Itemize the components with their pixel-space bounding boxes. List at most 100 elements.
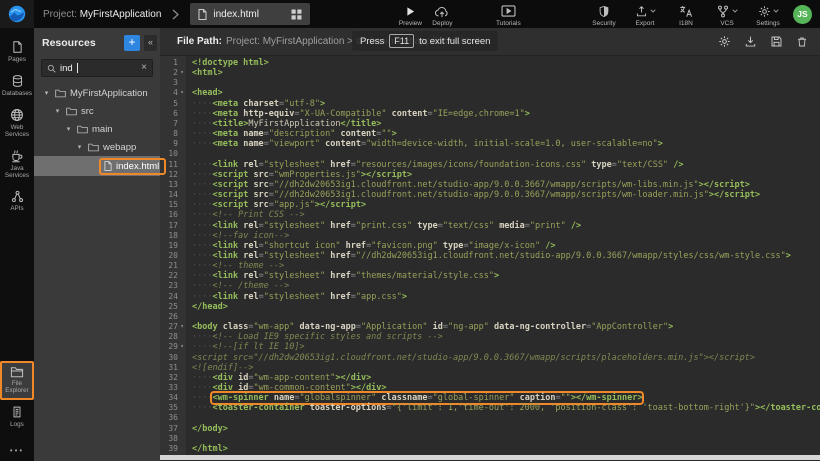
line-number-gutter[interactable]: 22 — [160, 271, 186, 281]
tree-node-webapp[interactable]: ▾webapp — [34, 138, 160, 156]
line-number-gutter[interactable]: 19 — [160, 241, 186, 251]
topbar-settings-button[interactable]: Settings — [752, 1, 784, 27]
code-line[interactable]: 29▾····<!--[if lt IE 10]> — [160, 342, 820, 352]
code-line[interactable]: 5····<meta charset="utf-8"> — [160, 99, 820, 109]
topbar-preview-button[interactable]: Preview — [394, 1, 426, 27]
code-line[interactable]: 38 — [160, 434, 820, 444]
topbar-deploy-button[interactable]: Deploy — [426, 1, 458, 27]
code-line[interactable]: 2▾<html> — [160, 68, 820, 78]
line-number-gutter[interactable]: 1 — [160, 58, 186, 68]
rail-item-file-explorer[interactable]: FileExplorer — [0, 361, 34, 400]
line-number-gutter[interactable]: 37 — [160, 424, 186, 434]
line-number-gutter[interactable]: 31 — [160, 363, 186, 373]
rail-item-java-services[interactable]: JavaServices — [0, 144, 34, 185]
line-number-gutter[interactable]: 32 — [160, 373, 186, 383]
line-number-gutter[interactable]: 3 — [160, 78, 186, 88]
code-line[interactable]: 21····<!-- theme --> — [160, 261, 820, 271]
fold-caret-icon[interactable]: ▾ — [178, 322, 186, 332]
line-number-gutter[interactable]: 24 — [160, 292, 186, 302]
delete-file-button[interactable] — [796, 35, 808, 48]
line-number-gutter[interactable]: 26 — [160, 312, 186, 322]
wavemaker-logo[interactable] — [0, 0, 34, 28]
code-line[interactable]: 32····<div id="wm-app-content"></div> — [160, 373, 820, 383]
rail-item-apis[interactable]: APIs — [0, 185, 34, 218]
fold-caret-icon[interactable]: ▾ — [178, 68, 186, 78]
code-line[interactable]: 34····<wm-spinner name="globalspinner" c… — [160, 393, 820, 403]
collapse-panel-button[interactable]: « — [144, 35, 157, 51]
rail-item-logs[interactable]: Logs — [0, 400, 34, 434]
caret-down-icon[interactable]: ▾ — [75, 143, 84, 151]
caret-down-icon[interactable]: ▾ — [53, 107, 62, 115]
line-number-gutter[interactable]: 38 — [160, 434, 186, 444]
line-number-gutter[interactable]: 5 — [160, 99, 186, 109]
caret-down-icon[interactable]: ▾ — [42, 89, 51, 97]
code-line[interactable]: 10 — [160, 149, 820, 159]
code-line[interactable]: 8····<meta name="description" content=""… — [160, 129, 820, 139]
code-line[interactable]: 9····<meta name="viewport" content="widt… — [160, 139, 820, 149]
code-line[interactable]: 14····<script src="//dh2dw20653ig1.cloud… — [160, 190, 820, 200]
code-line[interactable]: 20····<link rel="stylesheet" href="//dh2… — [160, 251, 820, 261]
more-options-button[interactable]: ••• — [10, 446, 24, 455]
code-line[interactable]: 18····<!--fav icon--> — [160, 231, 820, 241]
code-line[interactable]: 11····<link rel="stylesheet" href="resou… — [160, 160, 820, 170]
line-number-gutter[interactable]: 6 — [160, 109, 186, 119]
code-line[interactable]: 7····<title>MyFirstApplication</title> — [160, 119, 820, 129]
tree-node-main[interactable]: ▾main — [34, 120, 160, 138]
user-avatar[interactable]: JS — [793, 5, 812, 24]
line-number-gutter[interactable]: 25 — [160, 302, 186, 312]
resource-search-input[interactable]: ind × — [41, 59, 153, 77]
line-number-gutter[interactable]: 7 — [160, 119, 186, 129]
code-line[interactable]: 26 — [160, 312, 820, 322]
code-line[interactable]: 1<!doctype html> — [160, 58, 820, 68]
code-editor[interactable]: 1<!doctype html>2▾<html>34▾<head>5····<m… — [160, 56, 820, 458]
topbar-tutorials-button[interactable]: Tutorials — [492, 1, 524, 27]
code-line[interactable]: 13····<script src="//dh2dw20653ig1.cloud… — [160, 180, 820, 190]
line-number-gutter[interactable]: 15 — [160, 200, 186, 210]
code-line[interactable]: 3 — [160, 78, 820, 88]
fold-caret-icon[interactable]: ▾ — [178, 342, 186, 352]
line-number-gutter[interactable]: 34 — [160, 393, 186, 403]
fold-caret-icon[interactable]: ▾ — [178, 88, 186, 98]
line-number-gutter[interactable]: 18 — [160, 231, 186, 241]
tab-index-html[interactable]: index.html — [190, 3, 310, 25]
line-number-gutter[interactable]: 21 — [160, 261, 186, 271]
line-number-gutter[interactable]: 4▾ — [160, 88, 186, 98]
clear-search-icon[interactable]: × — [141, 63, 147, 73]
caret-down-icon[interactable]: ▾ — [64, 125, 73, 133]
line-number-gutter[interactable]: 35 — [160, 403, 186, 413]
line-number-gutter[interactable]: 30 — [160, 353, 186, 363]
tree-node-src[interactable]: ▾src — [34, 102, 160, 120]
code-line[interactable]: 25</head> — [160, 302, 820, 312]
code-line[interactable]: 24····<link rel="stylesheet" href="app.c… — [160, 292, 820, 302]
line-number-gutter[interactable]: 13 — [160, 180, 186, 190]
code-line[interactable]: 15····<script src="app.js"></script> — [160, 200, 820, 210]
code-line[interactable]: 33····<div id="wm-common-content"></div> — [160, 383, 820, 393]
line-number-gutter[interactable]: 14 — [160, 190, 186, 200]
code-line[interactable]: 22····<link rel="stylesheet" href="theme… — [160, 271, 820, 281]
tree-node-index-html[interactable]: index.html — [34, 156, 160, 176]
code-line[interactable]: 12····<script src="wmProperties.js"></sc… — [160, 170, 820, 180]
horizontal-scrollbar[interactable] — [160, 455, 820, 460]
line-number-gutter[interactable]: 39 — [160, 444, 186, 454]
code-line[interactable]: 17····<link rel="stylesheet" href="print… — [160, 221, 820, 231]
rail-item-databases[interactable]: Databases — [0, 69, 34, 103]
topbar-i18n-button[interactable]: I18N — [670, 1, 702, 27]
code-line[interactable]: 23····<!-- /theme --> — [160, 281, 820, 291]
line-number-gutter[interactable]: 33 — [160, 383, 186, 393]
code-line[interactable]: 28····<!-- Load IE9 specific styles and … — [160, 332, 820, 342]
tree-node-myfirstapplication[interactable]: ▾MyFirstApplication — [34, 84, 160, 102]
code-line[interactable]: 31<![endif]--> — [160, 363, 820, 373]
line-number-gutter[interactable]: 27▾ — [160, 322, 186, 332]
topbar-export-button[interactable]: Export — [629, 1, 661, 27]
line-number-gutter[interactable]: 36 — [160, 413, 186, 423]
code-line[interactable]: 4▾<head> — [160, 88, 820, 98]
rail-item-web-services[interactable]: WebServices — [0, 103, 34, 144]
save-file-button[interactable] — [770, 35, 783, 48]
code-line[interactable]: 35····<toaster-container toaster-options… — [160, 403, 820, 413]
line-number-gutter[interactable]: 9 — [160, 139, 186, 149]
line-number-gutter[interactable]: 20 — [160, 251, 186, 261]
line-number-gutter[interactable]: 2▾ — [160, 68, 186, 78]
code-line[interactable]: 36 — [160, 413, 820, 423]
code-line[interactable]: 27▾<body class="wm-app" data-ng-app="App… — [160, 322, 820, 332]
topbar-vcs-button[interactable]: VCS — [711, 1, 743, 27]
